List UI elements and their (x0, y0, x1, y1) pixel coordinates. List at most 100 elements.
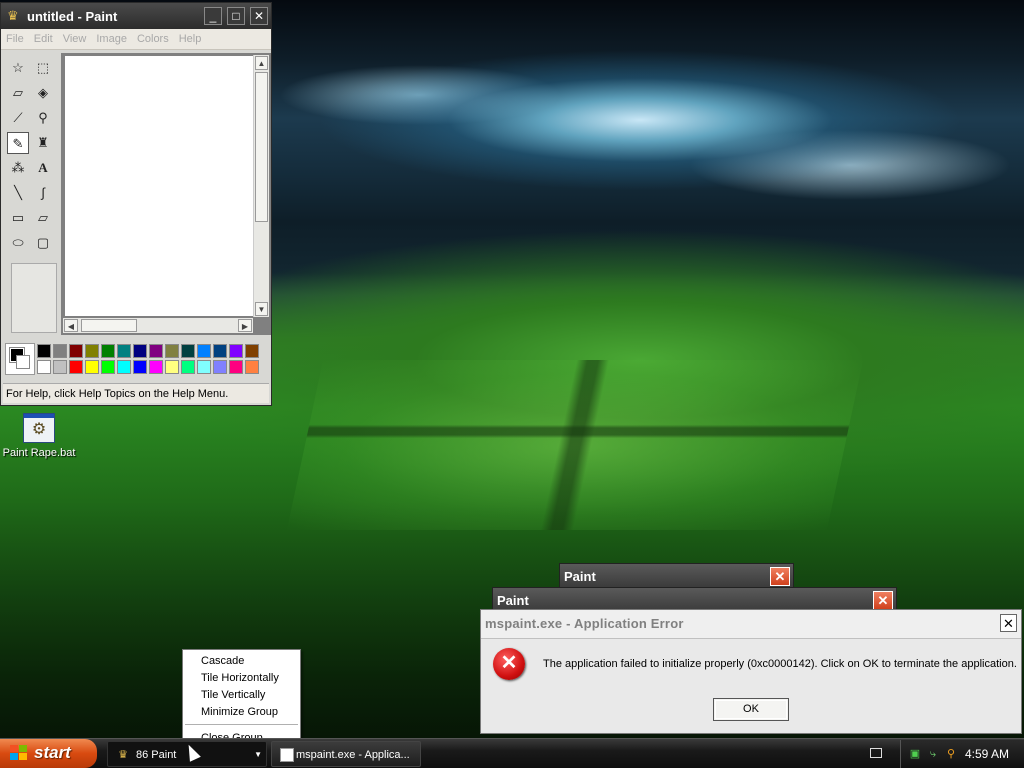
color-swatch[interactable] (117, 360, 131, 374)
vertical-scroll-thumb[interactable] (255, 72, 268, 222)
taskbar-group-context-menu: Cascade Tile Horizontally Tile Verticall… (182, 649, 301, 747)
magnifier-icon[interactable]: ⚲ (32, 107, 54, 129)
taskbar: start ♛ 86 Paint ▼ mspaint.exe - Applica… (0, 738, 1024, 768)
minimize-button[interactable]: _ (204, 7, 222, 25)
color-swatch[interactable] (85, 360, 99, 374)
ellipse-icon[interactable]: ⬭ (7, 232, 29, 254)
color-swatch[interactable] (53, 360, 67, 374)
drawing-canvas[interactable] (65, 56, 253, 316)
vertical-scrollbar[interactable]: ▲ ▼ (253, 55, 269, 317)
paint-dialog-middle-title: Paint (497, 593, 529, 608)
color-swatch[interactable] (165, 360, 179, 374)
status-bar: For Help, click Help Topics on the Help … (3, 383, 269, 403)
color-swatch[interactable] (133, 360, 147, 374)
close-icon[interactable]: ✕ (770, 567, 790, 586)
safely-remove-icon[interactable]: ⤷ (927, 748, 939, 760)
rounded-rect-icon[interactable]: ▢ (32, 232, 54, 254)
tool-options-box[interactable] (11, 263, 57, 333)
close-button[interactable]: ✕ (250, 7, 268, 25)
menu-colors[interactable]: Colors (132, 29, 174, 45)
scroll-down-icon[interactable]: ▼ (255, 302, 268, 316)
menu-item-cascade[interactable]: Cascade (201, 655, 244, 667)
color-swatch[interactable] (53, 344, 67, 358)
color-swatch[interactable] (181, 344, 195, 358)
color-swatch[interactable] (149, 360, 163, 374)
paint-dialog-back[interactable]: Paint ✕ (559, 563, 794, 589)
rect-select-icon[interactable]: ⬚ (32, 57, 54, 79)
toolbox: ☆ ⬚ ▱ ◈ ⟋ ⚲ ✎ ♜ ⁂ A ╲ ∫ ▭ ▱ ⬭ ▢ (5, 55, 57, 335)
color-swatch[interactable] (213, 360, 227, 374)
canvas-area: ▲ ▼ ◀ ▶ (61, 53, 271, 335)
taskbar-button-error[interactable]: mspaint.exe - Applica... (271, 741, 421, 767)
menu-separator (185, 724, 298, 725)
polygon-icon[interactable]: ▱ (32, 207, 54, 229)
clock: 4:59 AM (964, 747, 1009, 761)
color-swatch[interactable] (149, 344, 163, 358)
pencil-icon[interactable]: ✎ (7, 132, 29, 154)
system-tray: ▣ ⤷ ⚲ 4:59 AM (900, 740, 1024, 768)
error-dialog-titlebar[interactable]: mspaint.exe - Application Error ✕ (481, 610, 1021, 639)
paint-titlebar[interactable]: ♛ untitled - Paint _ □ ✕ (1, 3, 271, 29)
color-swatch[interactable] (37, 360, 51, 374)
color-swatch[interactable] (101, 344, 115, 358)
color-swatch[interactable] (245, 344, 259, 358)
color-swatch[interactable] (181, 360, 195, 374)
color-swatch[interactable] (117, 344, 131, 358)
color-swatch[interactable] (69, 344, 83, 358)
menu-file[interactable]: File (1, 29, 29, 45)
curve-icon[interactable]: ∫ (32, 182, 54, 204)
menu-item-tile-vertically[interactable]: Tile Vertically (201, 689, 265, 701)
scroll-left-icon[interactable]: ◀ (64, 319, 78, 332)
paint-window: ♛ untitled - Paint _ □ ✕ File Edit View Ima… (0, 2, 272, 406)
color-swatch[interactable] (197, 344, 211, 358)
menu-edit[interactable]: Edit (29, 29, 58, 45)
rectangle-icon[interactable]: ▭ (7, 207, 29, 229)
airbrush-icon[interactable]: ⁂ (7, 157, 29, 179)
menu-view[interactable]: View (58, 29, 92, 45)
scroll-right-icon[interactable]: ▶ (238, 319, 252, 332)
menu-image[interactable]: Image (91, 29, 132, 45)
search-icon[interactable]: ⚲ (945, 748, 957, 760)
fill-icon[interactable]: ◈ (32, 82, 54, 104)
close-icon[interactable]: ✕ (1000, 614, 1017, 632)
color-swatch[interactable] (197, 360, 211, 374)
color-swatch[interactable] (101, 360, 115, 374)
error-dialog-title: mspaint.exe - Application Error (485, 616, 684, 631)
scroll-up-icon[interactable]: ▲ (255, 56, 268, 70)
paint-app-icon: ♛ (118, 749, 128, 761)
menu-item-tile-horizontally[interactable]: Tile Horizontally (201, 672, 279, 684)
start-button[interactable]: start (0, 739, 97, 768)
desktop-icon-bat-file[interactable]: ⚙ Paint Rape.bat (0, 413, 78, 459)
network-icon[interactable]: ▣ (909, 748, 921, 760)
maximize-button[interactable]: □ (227, 7, 245, 25)
color-swatch[interactable] (37, 344, 51, 358)
ok-button[interactable]: OK (713, 698, 789, 721)
color-swatch[interactable] (165, 344, 179, 358)
eraser-icon[interactable]: ▱ (7, 82, 29, 104)
close-icon[interactable]: ✕ (873, 591, 893, 610)
chevron-down-icon: ▼ (254, 750, 262, 759)
color-picker-icon[interactable]: ⟋ (7, 107, 29, 129)
text-icon[interactable]: A (32, 157, 54, 179)
color-swatch[interactable] (245, 360, 259, 374)
horizontal-scroll-thumb[interactable] (81, 319, 137, 332)
current-colors (5, 343, 35, 375)
free-select-icon[interactable]: ☆ (7, 57, 29, 79)
windows-logo-icon (10, 745, 28, 762)
horizontal-scrollbar[interactable]: ◀ ▶ (63, 318, 253, 333)
keyboard-icon[interactable] (870, 748, 882, 758)
application-error-dialog: mspaint.exe - Application Error ✕ ✕ The … (480, 609, 1022, 734)
color-swatch[interactable] (85, 344, 99, 358)
color-swatch[interactable] (229, 360, 243, 374)
color-swatch[interactable] (213, 344, 227, 358)
task-label: 86 Paint (136, 749, 177, 761)
color-swatch[interactable] (229, 344, 243, 358)
brush-icon[interactable]: ♜ (32, 132, 54, 154)
color-swatch[interactable] (69, 360, 83, 374)
menu-item-minimize-group[interactable]: Minimize Group (201, 706, 278, 718)
color-swatch[interactable] (133, 344, 147, 358)
paint-menubar: File Edit View Image Colors Help (1, 29, 271, 50)
color-palette (5, 341, 269, 375)
menu-help[interactable]: Help (174, 29, 207, 45)
line-icon[interactable]: ╲ (7, 182, 29, 204)
